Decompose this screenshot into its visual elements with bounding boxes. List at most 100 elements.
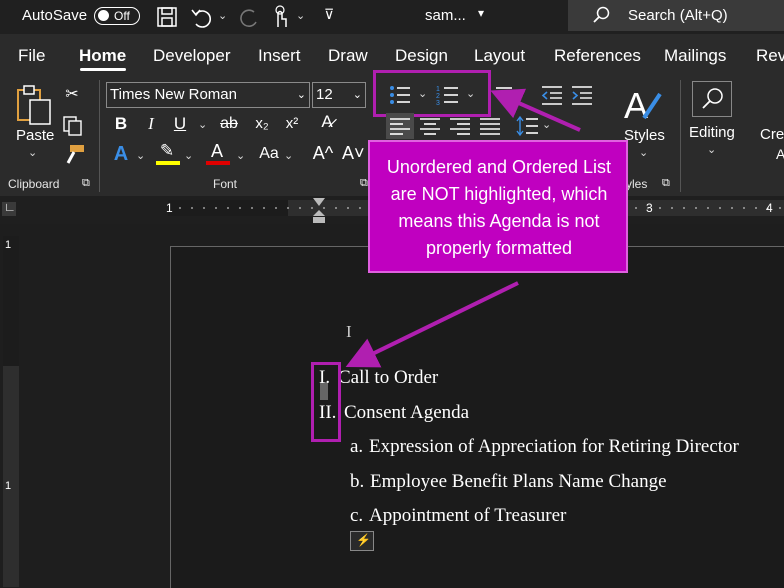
change-case-dropdown-icon[interactable]: ⌄ — [284, 149, 293, 162]
strikethrough-icon[interactable]: ab — [218, 115, 240, 133]
highlight-icon[interactable]: ✎ — [156, 142, 178, 160]
align-left-icon[interactable] — [390, 117, 412, 135]
callout-text: Unordered and Ordered List are NOT highl… — [386, 157, 612, 258]
font-size-select[interactable]: 12 ⌄ — [312, 82, 366, 108]
font-color-dropdown-icon[interactable]: ⌄ — [236, 149, 245, 162]
font-launcher-icon[interactable]: ⧉ — [360, 177, 368, 190]
autosave-toggle[interactable]: Off — [94, 7, 140, 25]
clear-formatting-icon[interactable]: A̷ — [316, 113, 338, 131]
undo-icon[interactable] — [190, 6, 212, 28]
underline-dropdown-icon[interactable]: ⌄ — [198, 118, 207, 131]
redo-icon[interactable] — [238, 6, 260, 28]
increase-indent-icon[interactable] — [570, 84, 594, 106]
font-size-dropdown-icon: ⌄ — [352, 89, 362, 101]
vruler-number: 1 — [5, 480, 12, 492]
tab-selector[interactable]: ∟ — [2, 200, 16, 216]
superscript-icon[interactable]: x² — [282, 115, 302, 133]
tab-design[interactable]: Design — [395, 46, 448, 66]
grow-font-icon[interactable]: A^ — [312, 144, 334, 162]
decrease-indent-icon[interactable] — [540, 84, 564, 106]
touch-dropdown-icon[interactable]: ⌄ — [296, 9, 305, 22]
font-color-swatch — [206, 161, 230, 165]
indent-marker[interactable] — [311, 196, 327, 226]
styles-launcher-icon[interactable]: ⧉ — [662, 177, 670, 190]
tab-references[interactable]: References — [554, 46, 641, 66]
shrink-font-icon[interactable]: A˅ — [342, 144, 365, 162]
change-case-icon[interactable]: Aa — [256, 145, 282, 163]
search-placeholder: Search (Alt+Q) — [628, 7, 728, 24]
annotation-callout: Unordered and Ordered List are NOT highl… — [368, 140, 628, 273]
font-group-label: Font — [213, 177, 238, 191]
paste-label[interactable]: Paste — [16, 127, 54, 144]
create-letter-icon: A — [776, 146, 784, 162]
font-family-select[interactable]: Times New Roman ⌄ — [106, 82, 310, 108]
group-divider — [680, 80, 681, 192]
active-tab-indicator — [80, 68, 126, 71]
agenda-item-text[interactable]: Expression of Appreciation for Retiring … — [369, 436, 739, 458]
list-marker: c. — [350, 505, 364, 526]
format-painter-icon[interactable] — [62, 143, 86, 165]
text-cursor-icon: I — [346, 322, 352, 341]
italic-icon[interactable]: I — [142, 115, 160, 133]
align-center-icon[interactable] — [420, 117, 442, 135]
tab-draw[interactable]: Draw — [328, 46, 368, 66]
document-page[interactable] — [170, 246, 784, 588]
vruler-margin-top — [3, 236, 19, 366]
multilevel-dropdown-icon[interactable]: ⌄ — [514, 87, 523, 100]
agenda-item-text[interactable]: Call to Order — [338, 367, 438, 389]
undo-dropdown-icon[interactable]: ⌄ — [218, 9, 227, 22]
tab-review[interactable]: Revi — [756, 46, 784, 66]
search-box[interactable]: Search (Alt+Q) — [568, 0, 784, 31]
underline-icon[interactable]: U — [171, 115, 189, 133]
highlight-dropdown-icon[interactable]: ⌄ — [184, 149, 193, 162]
list-marker: a. — [350, 436, 364, 457]
text-effects-icon[interactable]: A — [110, 144, 132, 164]
font-color-icon[interactable]: A — [206, 142, 228, 160]
tab-file[interactable]: File — [18, 46, 45, 66]
styles-label[interactable]: Styles — [624, 127, 665, 144]
ruler-number: 3 — [646, 201, 653, 215]
tab-developer[interactable]: Developer — [153, 46, 231, 66]
vruler-number: 1 — [5, 239, 12, 251]
styles-icon[interactable]: A — [622, 84, 664, 126]
autosave-state: Off — [114, 9, 130, 23]
document-name[interactable]: sam... — [425, 7, 466, 24]
doc-name-dropdown-icon[interactable]: ▾ — [478, 6, 484, 20]
customize-qat-icon[interactable]: ⊽ — [324, 6, 334, 23]
bold-icon[interactable]: B — [112, 115, 130, 133]
clipboard-launcher-icon[interactable]: ⧉ — [82, 177, 90, 190]
agenda-item-text[interactable]: Consent Agenda — [344, 402, 469, 424]
line-spacing-dropdown-icon[interactable]: ⌄ — [542, 118, 551, 131]
tab-layout[interactable]: Layout — [474, 46, 525, 66]
save-icon[interactable] — [156, 6, 178, 28]
list-buttons-highlight-box — [373, 70, 491, 117]
styles-group-label: yles — [626, 177, 648, 191]
editing-label[interactable]: Editing — [689, 124, 735, 141]
tab-home[interactable]: Home — [79, 46, 126, 66]
line-spacing-icon[interactable] — [516, 115, 540, 137]
subscript-icon[interactable]: x₂ — [252, 115, 272, 133]
editing-dropdown-icon[interactable]: ⌄ — [707, 143, 716, 156]
agenda-item-text[interactable]: Employee Benefit Plans Name Change — [370, 471, 667, 493]
autocorrect-options-button[interactable]: ⚡ — [350, 531, 374, 551]
ruler-number: 1 — [166, 201, 173, 215]
touch-mode-icon[interactable] — [270, 5, 290, 29]
paste-dropdown-icon[interactable]: ⌄ — [28, 146, 37, 159]
tab-mailings[interactable]: Mailings — [664, 46, 726, 66]
tab-insert[interactable]: Insert — [258, 46, 301, 66]
copy-icon[interactable] — [62, 115, 84, 137]
multilevel-list-icon[interactable] — [494, 84, 514, 106]
lightning-icon: ⚡ — [356, 533, 371, 547]
font-family-dropdown-icon: ⌄ — [296, 89, 306, 101]
agenda-item-text[interactable]: Appointment of Treasurer — [369, 505, 566, 527]
create-label[interactable]: Crea — [760, 126, 784, 143]
editing-button-frame[interactable] — [692, 81, 732, 117]
roman-numeral-highlight-box — [311, 362, 341, 442]
styles-dropdown-icon[interactable]: ⌄ — [639, 146, 648, 159]
align-right-icon[interactable] — [450, 117, 472, 135]
clipboard-group-label: Clipboard — [8, 177, 60, 191]
paste-icon[interactable] — [14, 84, 54, 126]
cut-icon[interactable]: ✂ — [62, 86, 82, 104]
text-effects-dropdown-icon[interactable]: ⌄ — [136, 149, 145, 162]
justify-icon[interactable] — [480, 117, 502, 135]
